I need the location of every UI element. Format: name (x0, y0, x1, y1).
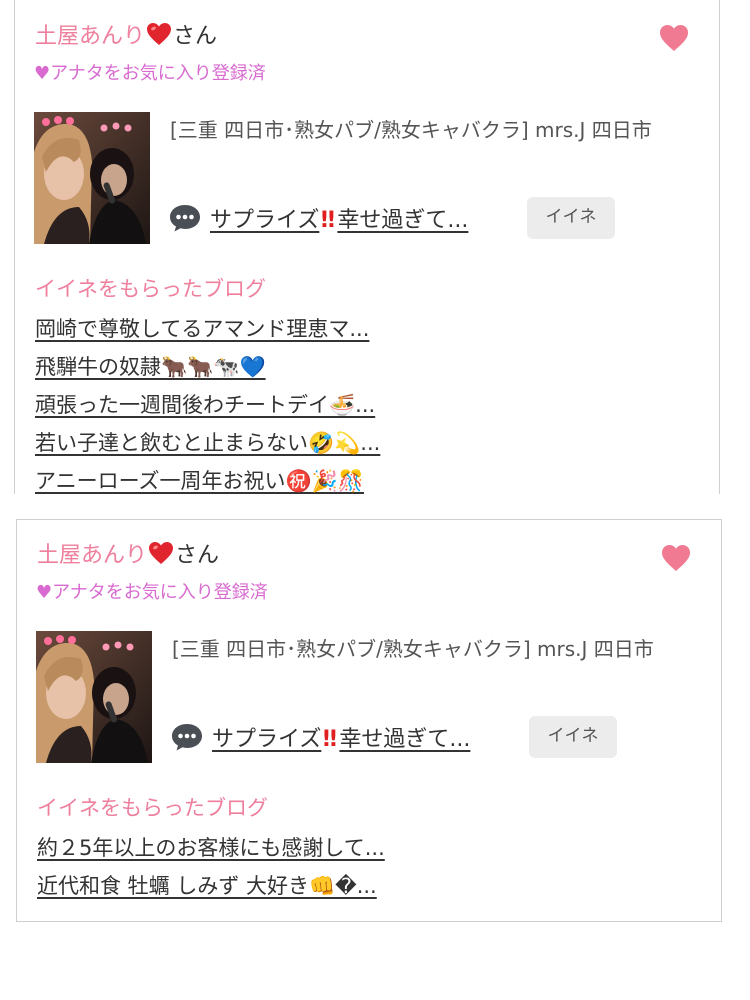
red-heart-icon (148, 541, 174, 574)
latest-blog-link[interactable]: サプライズ!! 幸せ過ぎて... (212, 721, 470, 753)
speech-bubble-icon (170, 722, 204, 752)
liked-blogs-list: 約２5年以上のお客様にも感謝して... 近代和食 牡蠣 しみず 大好き👊�... (37, 831, 385, 907)
diary-card-1: 土屋あんり さん ♥アナタをお気に入り登録済 [三重 四日市･熟女パブ/熟女キャ… (14, 0, 720, 494)
latest-blog-row[interactable]: サプライズ!! 幸せ過ぎて... (170, 716, 470, 758)
liked-blog-link[interactable]: アニーローズ一周年お祝い㊗️🎉🎊 (35, 469, 364, 493)
cast-name-row[interactable]: 土屋あんり さん (35, 22, 217, 55)
list-item: 飛騨牛の奴隷🐂🐂🐄💙 (35, 350, 380, 388)
liked-blogs-list: 岡崎で尊敬してるアマンド理恵マ... 飛騨牛の奴隷🐂🐂🐄💙 頑張った一週間後わチ… (35, 312, 380, 502)
cast-name[interactable]: 土屋あんり (35, 24, 145, 49)
latest-blog-row[interactable]: サプライズ!! 幸せ過ぎて... (168, 197, 468, 239)
liked-blog-link[interactable]: 近代和食 牡蠣 しみず 大好き👊�... (37, 874, 377, 898)
honorific: さん (175, 543, 220, 568)
favorite-heart-icon[interactable] (661, 544, 691, 572)
liked-blog-link[interactable]: 飛騨牛の奴隷🐂🐂🐄💙 (35, 355, 266, 379)
list-item: 若い子達と飲むと止まらない🤣💫... (35, 426, 380, 464)
cast-photo[interactable] (34, 112, 150, 244)
latest-blog-title-start: サプライズ (210, 208, 320, 233)
shop-info: [三重 四日市･熟女パブ/熟女キャバクラ] mrs.J 四日市 (170, 118, 652, 142)
cast-name[interactable]: 土屋あんり (37, 543, 147, 568)
double-exclamation-icon: !! (321, 727, 338, 752)
liked-blogs-heading: イイネをもらったブログ (37, 796, 268, 820)
favorite-heart-icon[interactable] (659, 24, 689, 52)
cast-photo[interactable] (36, 631, 152, 763)
latest-blog-title-end: 幸せ過ぎて... (337, 208, 469, 233)
iine-button[interactable]: イイネ (529, 716, 617, 758)
liked-blog-link[interactable]: 岡崎で尊敬してるアマンド理恵マ... (35, 317, 369, 341)
latest-blog-link[interactable]: サプライズ!! 幸せ過ぎて... (210, 202, 468, 234)
favorite-status: ♥アナタをお気に入り登録済 (34, 63, 266, 84)
list-item: アニーローズ一周年お祝い㊗️🎉🎊 (35, 464, 380, 502)
double-exclamation-icon: !! (319, 208, 336, 233)
iine-button[interactable]: イイネ (527, 197, 615, 239)
cast-name-row[interactable]: 土屋あんり さん (37, 541, 219, 574)
list-item: 約２5年以上のお客様にも感謝して... (37, 831, 385, 869)
list-item: 岡崎で尊敬してるアマンド理恵マ... (35, 312, 380, 350)
favorite-status: ♥アナタをお気に入り登録済 (36, 582, 268, 603)
liked-blog-link[interactable]: 約２5年以上のお客様にも感謝して... (37, 836, 385, 860)
shop-info: [三重 四日市･熟女パブ/熟女キャバクラ] mrs.J 四日市 (172, 637, 654, 661)
liked-blog-link[interactable]: 頑張った一週間後わチートデイ🍜... (35, 393, 375, 417)
red-heart-icon (146, 22, 172, 55)
latest-blog-title-start: サプライズ (212, 727, 322, 752)
honorific: さん (173, 24, 218, 49)
liked-blogs-heading: イイネをもらったブログ (35, 277, 266, 301)
liked-blog-link[interactable]: 若い子達と飲むと止まらない🤣💫... (35, 431, 380, 455)
latest-blog-title-end: 幸せ過ぎて... (339, 727, 471, 752)
speech-bubble-icon (168, 203, 202, 233)
diary-card-2: 土屋あんり さん ♥アナタをお気に入り登録済 [三重 四日市･熟女パブ/熟女キャ… (16, 519, 722, 922)
list-item: 頑張った一週間後わチートデイ🍜... (35, 388, 380, 426)
list-item: 近代和食 牡蠣 しみず 大好き👊�... (37, 869, 385, 907)
